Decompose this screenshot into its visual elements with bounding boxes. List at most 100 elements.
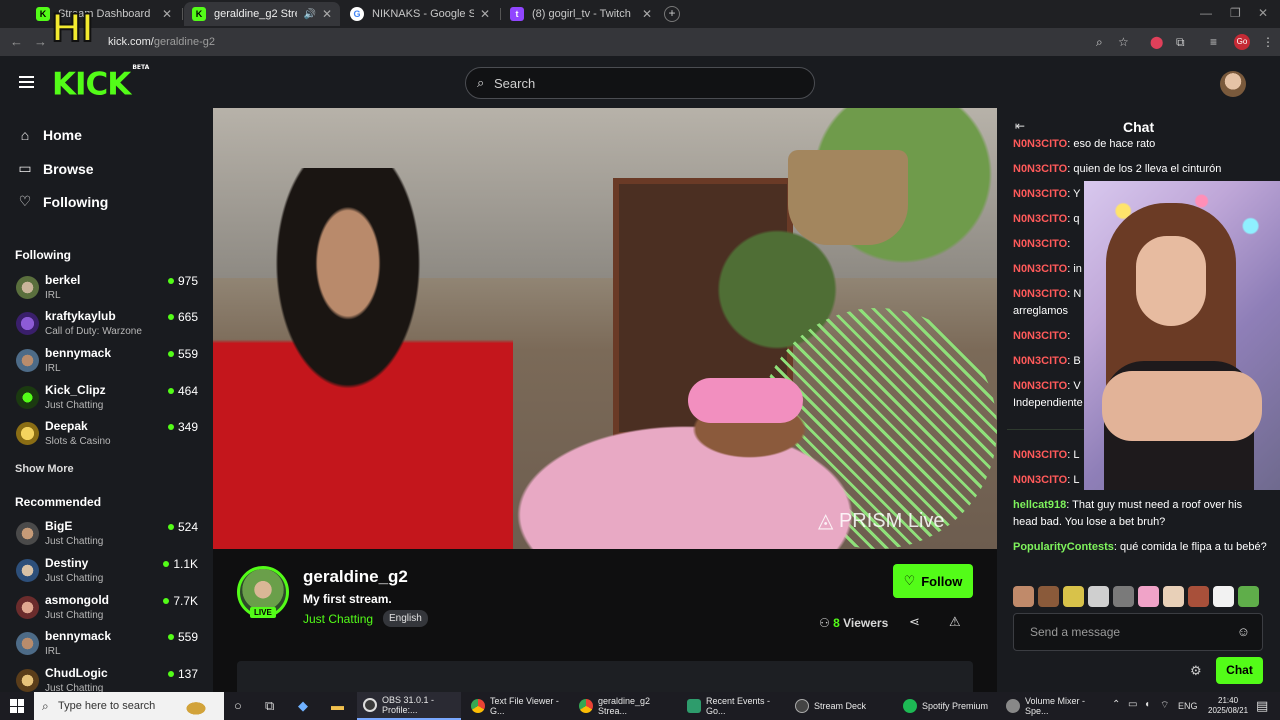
reading-list-icon[interactable]: ≡ <box>1210 35 1217 49</box>
emote-icon[interactable] <box>1013 586 1034 607</box>
extension-badge-icon[interactable]: ⬤ <box>1150 35 1163 49</box>
stream-category-link[interactable]: Just Chatting <box>303 612 373 626</box>
chat-username[interactable]: N0N3CITO <box>1013 380 1067 392</box>
task-view-icon[interactable]: ⧉ <box>265 698 274 714</box>
emote-icon[interactable] <box>1163 586 1184 607</box>
chat-message: N0N3CITO: eso de hace rato <box>1013 138 1156 150</box>
emoji-icon[interactable]: ☺ <box>1237 624 1250 639</box>
channel-name[interactable]: geraldine_g2 <box>303 567 408 587</box>
tray-overflow-icon[interactable]: ⌃ <box>1112 699 1120 710</box>
user-avatar[interactable] <box>1220 71 1246 97</box>
wifi-icon[interactable]: ⌔ <box>1160 699 1169 712</box>
browser-tab-geraldine-stream[interactable]: K geraldine_g2 Stream - Watch 🔊 ✕ <box>184 2 340 26</box>
chrome-icon <box>471 699 485 713</box>
sidebar-channel-destiny[interactable]: Destiny Just Chatting 1.1K <box>15 556 205 590</box>
extensions-puzzle-icon[interactable]: ⧉ <box>1176 35 1185 50</box>
cortana-icon[interactable]: ○ <box>234 698 242 713</box>
chat-username[interactable]: N0N3CITO <box>1013 330 1067 342</box>
taskbar-app-stream-deck[interactable]: Stream Deck <box>789 692 893 720</box>
zoom-icon[interactable]: ⌕ <box>1096 35 1103 50</box>
sidebar-channel-asmongold[interactable]: asmongold Just Chatting 7.7K <box>15 593 205 627</box>
chat-send-button[interactable]: Chat <box>1216 657 1263 684</box>
search-placeholder: Search <box>494 76 536 91</box>
emote-icon[interactable] <box>1238 586 1259 607</box>
video-player[interactable]: ◬ PRISM Live <box>213 108 997 549</box>
chat-username[interactable]: N0N3CITO <box>1013 263 1067 275</box>
emote-icon[interactable] <box>1063 586 1084 607</box>
sidebar-channel-chudlogic[interactable]: ChudLogic Just Chatting 137 <box>15 666 205 692</box>
browser-tab-twitch[interactable]: t (8) gogirl_tv - Twitch ✕ <box>502 2 660 26</box>
sidebar-channel-bennymack-rec[interactable]: bennymack IRL 559 <box>15 629 205 663</box>
more-menu-icon[interactable]: ⋮ <box>1262 35 1274 49</box>
collapse-chat-icon[interactable]: ⇤ <box>1015 119 1025 133</box>
taskbar-clock[interactable]: 21:40 2025/08/21 <box>1208 696 1248 716</box>
sidebar-channel-bige[interactable]: BigE Just Chatting 524 <box>15 519 205 553</box>
taskbar-app-spotify[interactable]: Spotify Premium <box>897 692 1001 720</box>
browser-tab-google-search[interactable]: G NIKNAKS - Google Search ✕ <box>342 2 498 26</box>
nav-following[interactable]: ♡ Following <box>16 193 109 210</box>
emote-icon[interactable] <box>1113 586 1134 607</box>
nav-browse[interactable]: ▭ Browse <box>16 160 93 177</box>
back-arrow-icon[interactable]: ← <box>10 34 23 49</box>
close-window-icon[interactable]: ✕ <box>1258 6 1268 20</box>
chat-settings-gear-icon[interactable]: ⚙ <box>1190 663 1202 679</box>
browser-profile-avatar[interactable]: Go <box>1234 34 1250 50</box>
follow-button[interactable]: ♡ Follow <box>893 564 973 598</box>
sidebar-channel-bennymack[interactable]: bennymack IRL 559 <box>15 346 205 380</box>
nav-home[interactable]: ⌂ Home <box>16 127 82 143</box>
language-tag[interactable]: English <box>383 610 428 627</box>
chat-username[interactable]: N0N3CITO <box>1013 188 1067 200</box>
browser-tab-stream-dashboard[interactable]: K Stream Dashboard ✕ <box>28 2 180 26</box>
volume-icon[interactable]: ◖ <box>1144 699 1150 710</box>
forward-arrow-icon[interactable]: → <box>34 34 47 49</box>
taskbar-app-geraldine[interactable]: geraldine_g2 Strea... <box>573 692 677 720</box>
share-icon[interactable]: ⋖ <box>909 614 920 630</box>
report-warning-icon[interactable]: ⚠ <box>949 614 961 630</box>
taskbar-app-volume-mixer[interactable]: Volume Mixer - Spe... <box>1000 692 1104 720</box>
emote-icon[interactable] <box>1038 586 1059 607</box>
url-field[interactable]: kick.com/geraldine-g2 <box>108 36 215 48</box>
speaker-icon[interactable]: 🔊 <box>303 9 315 20</box>
notifications-icon[interactable]: ▤ <box>1256 698 1268 714</box>
chat-username[interactable]: N0N3CITO <box>1013 213 1067 225</box>
sidebar-channel-berkel[interactable]: berkel IRL 975 <box>15 273 205 307</box>
sidebar-channel-deepak[interactable]: Deepak Slots & Casino 349 <box>15 419 205 453</box>
close-icon[interactable]: ✕ <box>642 7 652 21</box>
chat-username[interactable]: N0N3CITO <box>1013 138 1067 150</box>
emote-icon[interactable] <box>1213 586 1234 607</box>
emote-icon[interactable] <box>1088 586 1109 607</box>
close-icon[interactable]: ✕ <box>322 7 332 21</box>
chat-username[interactable]: PopularityContests <box>1013 541 1114 553</box>
bookmark-star-icon[interactable]: ☆ <box>1118 35 1129 49</box>
kick-logo[interactable]: KICK BETA <box>52 64 149 102</box>
copilot-icon[interactable]: ◆ <box>298 698 308 714</box>
file-explorer-icon[interactable]: ▬ <box>331 698 344 713</box>
chat-username[interactable]: N0N3CITO <box>1013 474 1067 486</box>
taskbar-search-input[interactable]: ⌕ Type here to search <box>34 692 224 720</box>
chat-username[interactable]: N0N3CITO <box>1013 163 1067 175</box>
windows-start-icon[interactable] <box>10 699 24 713</box>
emote-icon[interactable] <box>1138 586 1159 607</box>
minimize-icon[interactable]: — <box>1200 6 1212 20</box>
chat-username[interactable]: N0N3CITO <box>1013 449 1067 461</box>
network-icon[interactable]: ▭ <box>1128 699 1137 710</box>
close-icon[interactable]: ✕ <box>480 7 490 21</box>
new-tab-button[interactable]: + <box>664 6 680 22</box>
taskbar-app-text-viewer[interactable]: Text File Viewer - G... <box>465 692 569 720</box>
maximize-icon[interactable]: ❐ <box>1230 6 1241 20</box>
taskbar-app-recent-events[interactable]: Recent Events - Go... <box>681 692 785 720</box>
language-indicator[interactable]: ENG <box>1178 701 1198 711</box>
chat-message-input[interactable]: Send a message ☺ <box>1013 613 1263 651</box>
chat-username[interactable]: N0N3CITO <box>1013 355 1067 367</box>
search-input[interactable]: ⌕ Search <box>465 67 815 99</box>
emote-icon[interactable] <box>1188 586 1209 607</box>
chat-username[interactable]: N0N3CITO <box>1013 238 1067 250</box>
chat-username[interactable]: hellcat918 <box>1013 499 1066 511</box>
sidebar-channel-kick-clipz[interactable]: Kick_Clipz Just Chatting 464 <box>15 383 205 417</box>
taskbar-app-obs[interactable]: OBS 31.0.1 - Profile:... <box>357 692 461 720</box>
show-more-link[interactable]: Show More <box>15 463 74 475</box>
hamburger-menu-icon[interactable] <box>19 76 34 88</box>
close-icon[interactable]: ✕ <box>162 7 172 21</box>
chat-username[interactable]: N0N3CITO <box>1013 288 1067 300</box>
sidebar-channel-kraftykaylub[interactable]: kraftykaylub Call of Duty: Warzone 665 <box>15 309 205 343</box>
